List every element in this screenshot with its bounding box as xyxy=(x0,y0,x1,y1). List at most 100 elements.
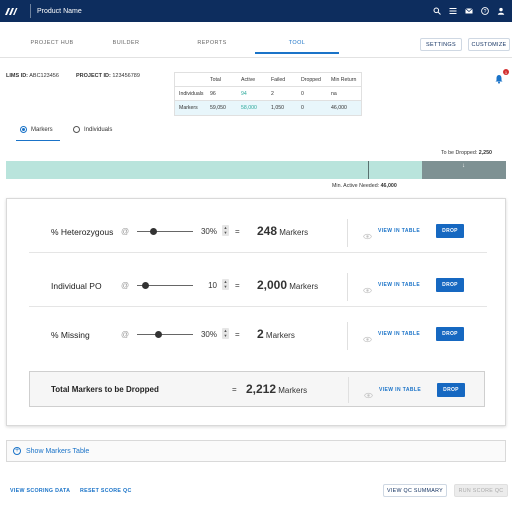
radio-selected-icon[interactable] xyxy=(20,126,27,133)
threshold-stepper[interactable]: ▲ ▼ xyxy=(222,225,229,236)
table-row: Markers 59,050 58,000 1,050 0 46,000 xyxy=(175,101,361,115)
marker-count: 2 Markers xyxy=(257,327,295,341)
expand-plus-icon[interactable]: + xyxy=(13,447,21,455)
radio-unselected-icon[interactable] xyxy=(73,126,80,133)
equals-sign: = xyxy=(235,330,240,339)
table-cell: 59,050 xyxy=(210,105,226,111)
total-count-unit: Markers xyxy=(278,386,308,395)
table-row: Individuals 96 94 2 0 na xyxy=(175,87,361,101)
total-markers-dropped-box: Total Markers to be Dropped = 2,212 Mark… xyxy=(29,371,485,407)
active-tab-indicator xyxy=(255,52,339,54)
equals-sign: = xyxy=(232,385,237,394)
qc-filter-row-individual-po: Individual PO @ 10 ▲ ▼ = 2,000 Markers VI… xyxy=(29,265,487,307)
threshold-value[interactable]: 30% xyxy=(199,227,217,236)
table-cell: 94 xyxy=(241,90,247,97)
total-marker-count: 2,212 Markers xyxy=(246,382,307,396)
run-score-qc-button[interactable]: RUN SCORE QC xyxy=(454,484,508,497)
total-label: Total Markers to be Dropped xyxy=(51,385,159,394)
lims-id: LIMS ID: ABC123456 xyxy=(6,73,59,79)
threshold-stepper[interactable]: ▲ ▼ xyxy=(222,279,229,290)
filter-label: % Missing xyxy=(51,330,90,340)
drop-button[interactable]: DROP xyxy=(436,224,464,238)
marker-drop-bar: ↓ xyxy=(6,161,506,179)
slider-handle[interactable] xyxy=(154,331,162,338)
view-in-table-link[interactable]: VIEW IN TABLE xyxy=(378,282,420,288)
threshold-slider[interactable] xyxy=(137,228,193,235)
view-in-table-link[interactable]: VIEW IN TABLE xyxy=(379,387,421,393)
app-bar-divider xyxy=(30,4,31,18)
qc-filter-row-missing: % Missing @ 30% ▲ ▼ = 2 Markers VIEW IN T… xyxy=(29,314,487,356)
marker-count-unit: Markers xyxy=(279,228,309,237)
project-id-label: PROJECT ID: xyxy=(76,73,111,79)
summary-table: Total Active Failed Dropped Min Return I… xyxy=(174,72,362,116)
threshold-value[interactable]: 30% xyxy=(199,330,217,339)
radio-active-indicator xyxy=(16,140,60,141)
mail-icon[interactable] xyxy=(464,6,474,16)
marker-count-value: 2,000 xyxy=(257,278,288,292)
show-markers-table-label: Show Markers Table xyxy=(26,447,90,455)
individuals-radio-option[interactable]: Individuals xyxy=(73,126,112,133)
lims-id-label: LIMS ID: xyxy=(6,73,28,79)
notification-badge: 1 xyxy=(503,69,509,75)
table-cell: na xyxy=(331,90,337,97)
slider-handle[interactable] xyxy=(141,282,149,289)
equals-sign: = xyxy=(235,227,240,236)
column-header: Active xyxy=(241,76,256,83)
user-icon[interactable] xyxy=(496,6,506,16)
table-cell: 0 xyxy=(301,90,304,97)
view-in-table-link[interactable]: VIEW IN TABLE xyxy=(378,228,420,234)
eye-icon xyxy=(364,386,373,399)
filter-label: % Heterozygous xyxy=(51,227,114,237)
individuals-radio-label: Individuals xyxy=(84,126,113,133)
column-header: Dropped xyxy=(301,76,321,83)
threshold-slider[interactable] xyxy=(137,282,193,289)
drop-arrow-icon: ↓ xyxy=(462,163,465,169)
tab-project-hub[interactable]: PROJECT HUB xyxy=(22,40,82,46)
project-id: PROJECT ID: 123456789 xyxy=(76,73,140,79)
column-header: Failed xyxy=(271,76,286,83)
table-cell: 2 xyxy=(271,90,274,97)
threshold-value[interactable]: 10 xyxy=(199,281,217,290)
view-in-table-link[interactable]: VIEW IN TABLE xyxy=(378,331,420,337)
threshold-slider[interactable] xyxy=(137,331,193,338)
drop-all-button[interactable]: DROP xyxy=(437,383,465,397)
eye-icon xyxy=(363,227,372,240)
to-be-dropped-segment: ↓ xyxy=(422,161,506,179)
marker-count-unit: Markers xyxy=(265,331,295,340)
product-name: Product Name xyxy=(37,7,82,15)
tab-builder[interactable]: BUILDER xyxy=(105,40,147,46)
tab-tool[interactable]: TOOL xyxy=(276,40,318,46)
tab-reports[interactable]: REPORTS xyxy=(188,40,236,46)
view-scoring-data-link[interactable]: VIEW SCORING DATA xyxy=(10,488,70,494)
view-qc-summary-button[interactable]: VIEW QC SUMMARY xyxy=(383,484,447,497)
min-active-value: 46,000 xyxy=(380,183,397,189)
qc-filter-card: % Heterozygous @ 30% ▲ ▼ = 248 Markers VI… xyxy=(6,198,506,426)
filter-label: Individual PO xyxy=(51,281,102,291)
app-logo-icon[interactable] xyxy=(0,0,22,22)
project-id-value: 123456789 xyxy=(112,73,140,79)
markers-radio-label: Markers xyxy=(31,126,53,133)
drop-button[interactable]: DROP xyxy=(436,278,464,292)
eye-icon xyxy=(363,330,372,343)
total-count-value: 2,212 xyxy=(246,382,277,396)
markers-radio-option[interactable]: Markers xyxy=(20,126,53,133)
list-icon[interactable] xyxy=(448,6,458,16)
table-cell: Markers xyxy=(179,105,198,111)
min-active-marker xyxy=(368,161,369,179)
drop-button[interactable]: DROP xyxy=(436,327,464,341)
help-icon[interactable]: ? xyxy=(480,6,490,16)
to-be-dropped-caption: To be Dropped: xyxy=(441,150,478,156)
lims-id-value: ABC123456 xyxy=(29,73,59,79)
table-cell: 1,050 xyxy=(271,105,284,111)
table-cell: Individuals xyxy=(179,90,204,97)
app-bar: Product Name ? xyxy=(0,0,512,22)
search-icon[interactable] xyxy=(432,6,442,16)
column-header: Min Return xyxy=(331,76,357,83)
show-markers-table-toggle[interactable]: + Show Markers Table xyxy=(6,440,506,462)
threshold-stepper[interactable]: ▲ ▼ xyxy=(222,328,229,339)
slider-handle[interactable] xyxy=(150,228,158,235)
customize-button[interactable]: CUSTOMIZE xyxy=(468,38,510,51)
settings-button[interactable]: SETTINGS xyxy=(420,38,462,51)
row-divider xyxy=(347,219,348,247)
reset-score-qc-link[interactable]: RESET SCORE QC xyxy=(80,488,132,494)
